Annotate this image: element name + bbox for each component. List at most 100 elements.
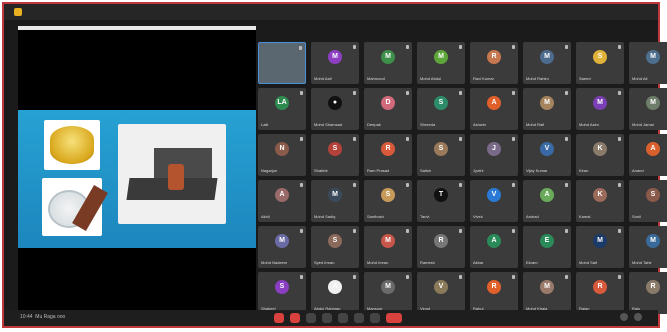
participant-tile[interactable]: M Mansoor xyxy=(364,272,412,314)
mic-muted-icon xyxy=(353,183,356,187)
participant-tile[interactable]: T Tanvi xyxy=(417,180,465,222)
avatar: M xyxy=(540,280,554,294)
mic-muted-icon xyxy=(512,275,515,279)
participant-tile[interactable]: M Mohd Khaja xyxy=(523,272,571,314)
avatar: M xyxy=(381,234,395,248)
participant-name: Ram Prasad xyxy=(367,168,390,173)
avatar: V xyxy=(540,142,554,156)
mic-muted-icon xyxy=(300,91,303,95)
participant-tile[interactable]: R Raju xyxy=(629,272,667,314)
mic-muted-icon xyxy=(300,183,303,187)
participant-tile[interactable]: V Vinod xyxy=(417,272,465,314)
participants-button[interactable] xyxy=(306,313,316,323)
participant-tile[interactable]: R Ravi Kumar xyxy=(470,42,518,84)
participant-tile[interactable]: E Ekram xyxy=(523,226,571,268)
participant-name: Nagarjun xyxy=(261,168,278,173)
participant-tile[interactable]: M Mahmood xyxy=(364,42,412,84)
mic-muted-icon xyxy=(512,183,515,187)
mic-muted-icon xyxy=(459,183,462,187)
avatar: S xyxy=(275,280,289,294)
participant-name: Arshad xyxy=(526,214,539,219)
participant-name: Mohd Imran xyxy=(367,260,389,265)
mic-muted-icon xyxy=(406,91,409,95)
participant-tile[interactable]: M Mohd Abdul xyxy=(417,42,465,84)
participant-tile[interactable]: M Mohd Asim xyxy=(576,88,624,130)
participant-tile[interactable]: K Kiran xyxy=(576,134,624,176)
participant-name: Vivek xyxy=(473,214,483,219)
participant-name: Deepak xyxy=(367,122,381,127)
participant-tile[interactable]: M Mohd Tahir xyxy=(629,226,667,268)
participant-name: Lalit xyxy=(261,122,269,127)
participant-tile[interactable]: A Akbar xyxy=(470,226,518,268)
participant-tile[interactable]: R Rahul xyxy=(470,272,518,314)
settings-icon[interactable] xyxy=(634,313,642,321)
shared-slide xyxy=(18,110,256,248)
participant-name: Mohd Sadiq xyxy=(314,214,336,219)
zoom-app-icon xyxy=(14,8,22,16)
avatar: K xyxy=(593,142,607,156)
avatar: J xyxy=(487,142,501,156)
participant-tile[interactable]: R Rajan xyxy=(576,272,624,314)
avatar: M xyxy=(646,50,660,64)
avatar: R xyxy=(487,50,501,64)
participant-tile[interactable]: S Saeed xyxy=(576,42,624,84)
mic-muted-icon xyxy=(406,183,409,187)
participant-tile[interactable]: S Santhosh xyxy=(364,180,412,222)
apparatus-photo xyxy=(118,124,226,224)
participant-tile[interactable]: M Mohd Asif xyxy=(311,42,359,84)
participant-tile[interactable]: S Sunil xyxy=(629,180,667,222)
participant-tile[interactable]: A Ashwin xyxy=(470,88,518,130)
participant-name: Vijay Kumar xyxy=(526,168,548,173)
participant-tile[interactable]: ● Mohd Shamsad xyxy=(311,88,359,130)
avatar: S xyxy=(434,142,448,156)
participant-tile[interactable]: A Akhil xyxy=(258,180,306,222)
participant-tile[interactable]: M Mohd Sadiq xyxy=(311,180,359,222)
avatar: S xyxy=(381,188,395,202)
mic-muted-icon xyxy=(618,91,621,95)
share-button[interactable] xyxy=(338,313,348,323)
participant-tile[interactable]: V Vivek xyxy=(470,180,518,222)
participant-tile[interactable]: K Kamal xyxy=(576,180,624,222)
participant-tile[interactable]: S Satish xyxy=(417,134,465,176)
avatar: M xyxy=(646,96,660,110)
reactions-button[interactable] xyxy=(354,313,364,323)
participant-tile[interactable]: A Anand xyxy=(629,134,667,176)
participant-tile[interactable]: R Ram Prasad xyxy=(364,134,412,176)
info-icon[interactable] xyxy=(620,313,628,321)
participant-tile[interactable]: A Abdul Rahman xyxy=(311,272,359,314)
participant-tile[interactable]: M Mohd Rafi xyxy=(523,88,571,130)
leave-button[interactable] xyxy=(386,313,402,323)
mic-muted-icon xyxy=(618,229,621,233)
participant-tile[interactable] xyxy=(258,42,306,84)
participant-tile[interactable]: M Mohd Rahim xyxy=(523,42,571,84)
participant-tile[interactable]: S Syed Imran xyxy=(311,226,359,268)
avatar: LA xyxy=(275,96,289,110)
participant-tile[interactable]: A Arshad xyxy=(523,180,571,222)
avatar: N xyxy=(275,142,289,156)
participant-tile[interactable]: N Nagarjun xyxy=(258,134,306,176)
participant-tile[interactable]: M Mohd Imran xyxy=(364,226,412,268)
chat-button[interactable] xyxy=(322,313,332,323)
mute-button[interactable] xyxy=(274,313,284,323)
avatar: M xyxy=(328,50,342,64)
video-button[interactable] xyxy=(290,313,300,323)
participant-tile[interactable]: LA Lalit xyxy=(258,88,306,130)
participant-tile[interactable]: S Shabbir xyxy=(311,134,359,176)
participant-tile[interactable]: M Mohd Nadeem xyxy=(258,226,306,268)
mic-muted-icon xyxy=(300,275,303,279)
mic-muted-icon xyxy=(565,183,568,187)
participant-tile[interactable]: M Mohd Jamal xyxy=(629,88,667,130)
avatar: M xyxy=(381,50,395,64)
participant-tile[interactable]: M Mohd Ali xyxy=(629,42,667,84)
participant-tile[interactable]: S Shakeel xyxy=(258,272,306,314)
participant-tile[interactable]: R Ramesh xyxy=(417,226,465,268)
more-button[interactable] xyxy=(370,313,380,323)
participant-tile[interactable]: J Jyothi xyxy=(470,134,518,176)
screen-share-panel[interactable] xyxy=(18,26,256,318)
participant-tile[interactable]: S Shreeda xyxy=(417,88,465,130)
mic-muted-icon xyxy=(406,275,409,279)
participant-tile[interactable]: V Vijay Kumar xyxy=(523,134,571,176)
participant-tile[interactable]: D Deepak xyxy=(364,88,412,130)
participant-tile[interactable]: M Mohd Saif xyxy=(576,226,624,268)
mic-muted-icon xyxy=(300,137,303,141)
